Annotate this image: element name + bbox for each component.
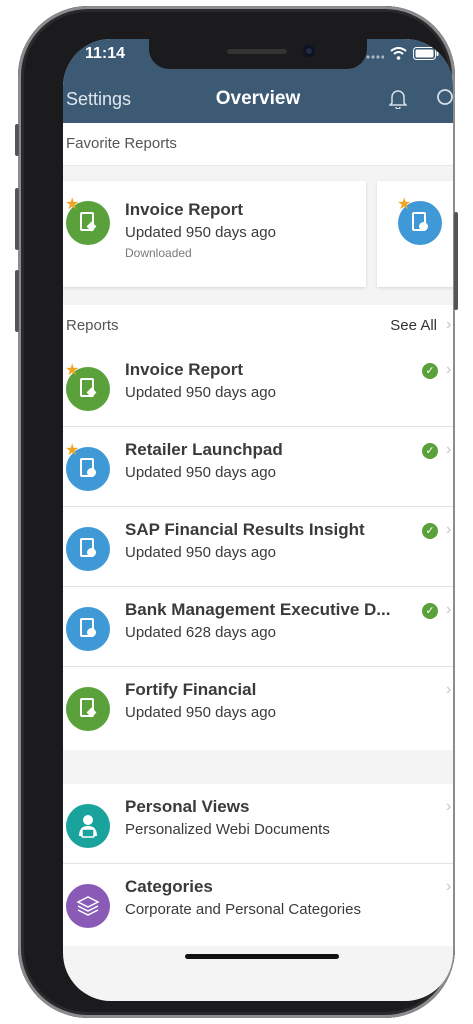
favorites-header: Favorite Reports — [63, 123, 453, 166]
favorite-card[interactable]: ★ — [377, 181, 453, 287]
favorite-star-icon: ★ — [65, 362, 80, 379]
power-button — [454, 212, 458, 310]
home-indicator[interactable] — [185, 954, 339, 959]
item-subtitle: Updated 950 days ago — [125, 704, 276, 721]
report-icon — [66, 687, 110, 731]
report-icon — [66, 607, 110, 651]
more-list: Personal Views Personalized Webi Documen… — [63, 784, 453, 946]
wifi-icon — [390, 47, 407, 65]
item-subtitle: Personalized Webi Documents — [125, 821, 330, 838]
item-subtitle: Updated 950 days ago — [125, 544, 276, 561]
favorite-card-status: Downloaded — [125, 246, 192, 260]
status-icons — [366, 47, 439, 65]
reports-header-label: Reports — [66, 317, 119, 334]
list-item[interactable]: ★ Invoice Report Updated 950 days ago ✓ … — [63, 347, 453, 427]
favorite-star-icon: ★ — [65, 196, 80, 213]
dot-mark-icon — [87, 548, 96, 557]
chevron-right-icon: › — [446, 521, 452, 538]
chevron-right-icon: › — [446, 441, 452, 458]
list-item[interactable]: Bank Management Executive D... Updated 6… — [63, 587, 453, 667]
item-title: Personal Views — [125, 797, 250, 816]
favorites-header-label: Favorite Reports — [66, 135, 177, 152]
status-time: 11:14 — [85, 45, 126, 62]
list-item[interactable]: ★ Retailer Launchpad Updated 950 days ag… — [63, 427, 453, 507]
mute-switch — [15, 124, 19, 156]
see-all-link[interactable]: See All — [390, 317, 437, 334]
item-title: SAP Financial Results Insight — [125, 520, 365, 539]
favorite-star-icon: ★ — [397, 196, 412, 213]
volume-down-button — [15, 270, 19, 332]
favorite-card[interactable]: ★ Invoice Report Updated 950 days ago Do… — [63, 181, 366, 287]
item-subtitle: Updated 628 days ago — [125, 624, 276, 641]
item-title: Invoice Report — [125, 360, 244, 379]
chevron-right-icon: › — [446, 798, 452, 815]
item-subtitle: Corporate and Personal Categories — [125, 901, 361, 918]
search-button[interactable] — [435, 88, 453, 113]
report-icon — [66, 527, 110, 571]
list-item[interactable]: Categories Corporate and Personal Catego… — [63, 864, 453, 944]
personal-views-icon — [66, 804, 110, 848]
item-title: Retailer Launchpad — [125, 440, 283, 459]
downloaded-check-icon: ✓ — [422, 523, 438, 539]
list-item[interactable]: SAP Financial Results Insight Updated 95… — [63, 507, 453, 587]
favorite-card-subtitle: Updated 950 days ago — [125, 224, 276, 241]
downloaded-check-icon: ✓ — [422, 443, 438, 459]
signal-icon — [366, 47, 385, 65]
dot-mark-icon — [419, 222, 428, 231]
camera — [303, 45, 315, 57]
navigation-bar: 11:14 Settings Overview — [63, 39, 453, 123]
chevron-right-icon: › — [446, 316, 452, 333]
reports-list: ★ Invoice Report Updated 950 days ago ✓ … — [63, 347, 453, 750]
chevron-right-icon: › — [446, 601, 452, 618]
list-item[interactable]: Fortify Financial Updated 950 days ago › — [63, 667, 453, 747]
bell-icon — [388, 90, 408, 113]
dot-mark-icon — [87, 628, 96, 637]
notch — [149, 39, 367, 69]
categories-layers-icon — [66, 884, 110, 928]
downloaded-check-icon: ✓ — [422, 603, 438, 619]
screen: 11:14 Settings Overview Favorite Reports… — [63, 39, 453, 1001]
item-title: Categories — [125, 877, 213, 896]
battery-icon — [413, 47, 439, 65]
volume-up-button — [15, 188, 19, 250]
notifications-button[interactable] — [388, 89, 408, 114]
item-title: Bank Management Executive D... — [125, 600, 391, 619]
downloaded-check-icon: ✓ — [422, 363, 438, 379]
chevron-right-icon: › — [446, 681, 452, 698]
dot-mark-icon — [87, 468, 96, 477]
list-item[interactable]: Personal Views Personalized Webi Documen… — [63, 784, 453, 864]
item-subtitle: Updated 950 days ago — [125, 464, 276, 481]
item-subtitle: Updated 950 days ago — [125, 384, 276, 401]
reports-header: Reports See All › — [63, 305, 453, 348]
search-icon — [435, 89, 453, 112]
item-title: Fortify Financial — [125, 680, 257, 699]
favorite-star-icon: ★ — [65, 442, 80, 459]
chevron-right-icon: › — [446, 878, 452, 895]
favorite-card-title: Invoice Report — [125, 200, 244, 219]
phone-frame: 11:14 Settings Overview Favorite Reports… — [15, 6, 458, 1018]
chevron-right-icon: › — [446, 361, 452, 378]
speaker — [227, 49, 287, 54]
